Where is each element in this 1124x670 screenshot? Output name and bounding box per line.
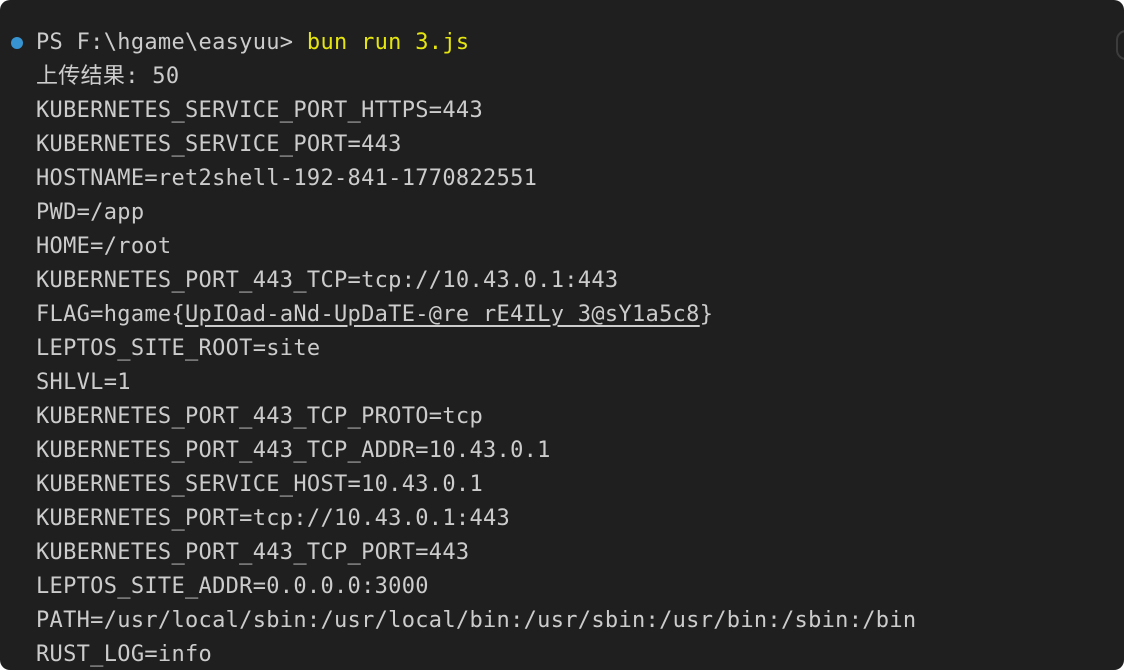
- flag-suffix: }: [699, 302, 714, 327]
- command-success-decoration[interactable]: [11, 37, 23, 49]
- output-line: KUBERNETES_PORT_443_TCP_PROTO=tcp: [36, 404, 483, 429]
- output-line: LEPTOS_SITE_ADDR=0.0.0.0:3000: [36, 574, 429, 599]
- scrollbar[interactable]: [1116, 30, 1124, 60]
- flag-link[interactable]: UpIOad-aNd-UpDaTE-@re_rE4ILy_3@sY1a5c8: [185, 302, 700, 327]
- prompt-line: PS F:\hgame\easyuu> bun run 3.js: [36, 26, 469, 60]
- terminal-panel[interactable]: PS F:\hgame\easyuu> bun run 3.js 上传结果: 5…: [0, 0, 1124, 670]
- output-line: PATH=/usr/local/sbin:/usr/local/bin:/usr…: [36, 608, 917, 633]
- upload-result-line: 上传结果: 50: [36, 64, 180, 89]
- output-line: HOME=/root: [36, 234, 172, 259]
- output-line: SHLVL=1: [36, 370, 131, 395]
- output-line: KUBERNETES_PORT_443_TCP=tcp://10.43.0.1:…: [36, 268, 619, 293]
- output-line: HOSTNAME=ret2shell-192-841-1770822551: [36, 166, 538, 191]
- prompt-text: PS F:\hgame\easyuu>: [36, 30, 307, 55]
- output-line: KUBERNETES_SERVICE_PORT_HTTPS=443: [36, 98, 483, 123]
- output-line: KUBERNETES_PORT=tcp://10.43.0.1:443: [36, 506, 511, 531]
- output-line: KUBERNETES_PORT_443_TCP_ADDR=10.43.0.1: [36, 438, 551, 463]
- output-line: KUBERNETES_SERVICE_PORT=443: [36, 132, 402, 157]
- flag-line: FLAG=hgame{UpIOad-aNd-UpDaTE-@re_rE4ILy_…: [36, 298, 713, 332]
- flag-prefix: FLAG=hgame{: [36, 302, 185, 327]
- output-line: LEPTOS_SITE_ROOT=site: [36, 336, 321, 361]
- output-line: KUBERNETES_PORT_443_TCP_PORT=443: [36, 540, 470, 565]
- output-line: RUST_LOG=info: [36, 642, 213, 667]
- command-text: bun run 3.js: [306, 30, 470, 55]
- output-line: PWD=/app: [36, 200, 145, 225]
- output-line: KUBERNETES_SERVICE_HOST=10.43.0.1: [36, 472, 483, 497]
